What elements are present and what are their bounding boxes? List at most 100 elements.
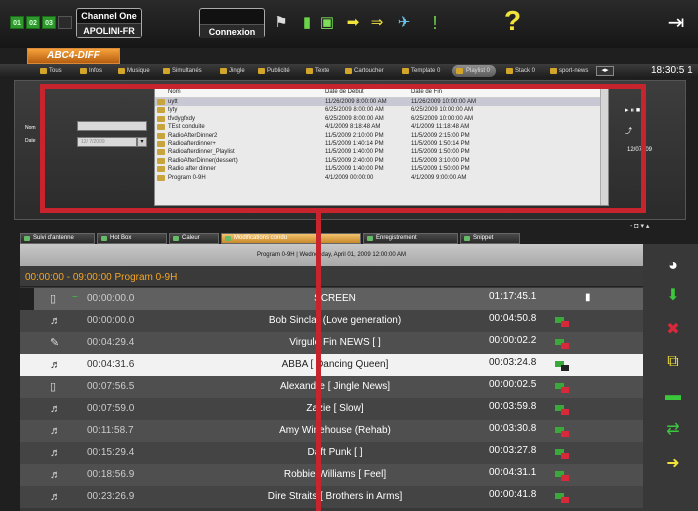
program-label: 00:00:00 - 09:00:00 Program 0-9H — [25, 272, 178, 283]
status-icon — [555, 339, 569, 349]
download-icon[interactable]: ⬇ — [663, 286, 683, 306]
item-title: ABBA [ Dancing Queen] — [281, 359, 389, 370]
filter-all[interactable]: Tous — [40, 65, 62, 77]
connexion-label: Connexion — [200, 24, 264, 38]
channel-name: Channel One — [81, 11, 137, 21]
copy-icon[interactable]: ⧉ — [663, 352, 683, 372]
list-item[interactable]: ~ ▮ ▯ 00:00:00.0 SCREEN 01:17:45.1 — [20, 288, 643, 310]
item-title: Virgule Fin NEWS [ ] — [289, 337, 381, 348]
item-time: 00:07:59.0 — [87, 403, 135, 414]
item-title: Zazie [ Slow] — [306, 403, 364, 414]
tab-modifications[interactable]: Modifications condu — [221, 233, 361, 244]
item-time: 00:00:00.0 — [87, 315, 135, 326]
action-sidebar: ◕ ⬇ ✖ ⧉ ▬ ⇄ ➜ — [643, 244, 698, 511]
channel-chip-blank[interactable] — [58, 16, 72, 29]
satellite-icon[interactable]: ✈ — [395, 14, 413, 32]
item-time: 00:00:00.0 — [87, 293, 135, 304]
music-icon: ♬ — [50, 491, 61, 503]
filter-simultaneous[interactable]: Simultanés — [163, 65, 202, 77]
channel-chip-1[interactable]: 01 — [10, 16, 24, 29]
filter-scroll-button[interactable]: ◂▸ — [596, 66, 614, 76]
bars-icon[interactable]: ▮ — [298, 14, 316, 32]
item-time: 00:07:56.5 — [87, 381, 135, 392]
item-duration: 00:03:30.8 — [489, 423, 537, 434]
item-time: 00:18:56.9 — [87, 469, 135, 480]
clock: 18:30:5 1 — [651, 65, 693, 76]
filter-infos[interactable]: Infos — [80, 65, 102, 77]
list-item[interactable]: ♬ 00:07:59.0 Zazie [ Slow] 00:03:59.8 — [20, 398, 643, 420]
channel-chip-2[interactable]: 02 — [26, 16, 40, 29]
connexion-button[interactable]: Connexion — [199, 8, 265, 38]
highlight-line — [316, 213, 321, 511]
tab-hot-box[interactable]: Hot Box — [97, 233, 167, 244]
item-duration: 00:04:31.1 — [489, 467, 537, 478]
list-item[interactable]: ♬ 00:04:31.6 ABBA [ Dancing Queen] 00:03… — [20, 354, 643, 376]
pen-icon: ✎ — [50, 337, 60, 349]
list-item[interactable]: ♬ 00:11:58.7 Amy Winehouse (Rehab) 00:03… — [20, 420, 643, 442]
exclamation-icon[interactable]: ! — [426, 14, 444, 32]
channel-chip-3[interactable]: 03 — [42, 16, 56, 29]
document-icon: ▯ — [50, 381, 57, 393]
document-icon: ▯ — [50, 293, 57, 305]
list-item[interactable]: ♬ 00:15:29.4 Daft Punk [ ] 00:03:27.8 — [20, 442, 643, 464]
tab-caleur[interactable]: Caleur — [169, 233, 219, 244]
filter-music[interactable]: Musique — [118, 65, 150, 77]
monitor-icon[interactable]: ▣ — [318, 14, 336, 32]
cartridge-icon: ▮ — [585, 292, 591, 303]
filter-sport-news[interactable]: sport-news — [550, 65, 588, 77]
item-duration: 00:03:59.8 — [489, 401, 537, 412]
tab-snippet[interactable]: Snippet — [460, 233, 520, 244]
list-item[interactable]: ♬ 00:23:26.9 Dire Straits [ Brothers in … — [20, 486, 643, 508]
filter-advert[interactable]: Publicité — [258, 65, 290, 77]
date-label: Date — [25, 138, 36, 144]
filter-cartridge[interactable]: Cartoucher — [345, 65, 384, 77]
program-bar: 00:00:00 - 09:00:00 Program 0-9H — [20, 266, 643, 287]
move-icon[interactable]: ⇄ — [663, 420, 683, 440]
arrow-icon[interactable]: ⇒ — [368, 14, 386, 32]
filter-text[interactable]: Texte — [306, 65, 329, 77]
status-icon — [555, 427, 569, 437]
item-time: 00:23:26.9 — [87, 491, 135, 502]
item-duration: 00:00:41.8 — [489, 489, 537, 500]
exit-icon[interactable]: ⇥ — [663, 10, 689, 36]
top-toolbar: 01 02 03 Channel One APOLINI-FR Connexio… — [0, 0, 698, 48]
tab-recording[interactable]: Enregistrement — [363, 233, 458, 244]
list-item[interactable]: ♬ 00:18:56.9 Robbie Williams [ Feel] 00:… — [20, 464, 643, 486]
filter-template[interactable]: Template 0 — [402, 65, 440, 77]
tab-on-air[interactable]: Suivi d'antenne — [20, 233, 95, 244]
music-icon: ♬ — [50, 425, 61, 437]
send-icon[interactable]: ➜ — [663, 454, 683, 474]
list-item[interactable]: ▯ 00:07:56.5 Alexandre [ Jingle News] 00… — [20, 376, 643, 398]
item-time: 00:04:29.4 — [87, 337, 135, 348]
collapse-toggle-icon[interactable] — [20, 288, 34, 310]
program-subheader: Program 0-9H | Wednesday, April 01, 2009… — [20, 244, 643, 266]
play-circle-icon[interactable]: ◕ — [663, 256, 683, 276]
flag-icon[interactable]: ⚑ — [272, 14, 290, 32]
music-icon: ♬ — [50, 447, 61, 459]
play-forward-icon[interactable]: ➡ — [344, 14, 362, 32]
status-icon — [555, 405, 569, 415]
tab-bar: Suivi d'antenne Hot Box Caleur Modificat… — [20, 233, 628, 244]
delete-icon[interactable]: ✖ — [663, 320, 683, 340]
item-title: Bob Sinclar (Love generation) — [268, 315, 402, 326]
filter-jingle[interactable]: Jingle — [220, 65, 245, 77]
item-time: 00:15:29.4 — [87, 447, 135, 458]
music-icon: ♬ — [50, 403, 61, 415]
conduct-panel: Program 0-9H | Wednesday, April 01, 2009… — [20, 244, 643, 511]
channel-selector[interactable]: Channel One APOLINI-FR — [76, 8, 142, 38]
status-icon — [555, 449, 569, 459]
page-tab[interactable]: ABC4-DIFF — [27, 48, 120, 64]
insert-icon[interactable]: ▬ — [663, 386, 683, 406]
list-item[interactable]: ♬ 00:00:00.0 Bob Sinclar (Love generatio… — [20, 310, 643, 332]
window-controls-icon[interactable]: - ◘ ▾ ▴ — [630, 222, 649, 230]
filter-stack[interactable]: Stack 0 — [506, 65, 535, 77]
item-title: SCREEN — [314, 293, 356, 304]
channel-server: APOLINI-FR — [77, 23, 141, 37]
help-icon[interactable]: ? — [504, 5, 521, 37]
filter-playlist[interactable]: Playlist 0 — [452, 65, 497, 77]
status-icon — [555, 471, 569, 481]
item-duration: 01:17:45.1 — [489, 291, 537, 302]
status-icon — [555, 383, 569, 393]
item-title: Robbie Williams [ Feel] — [283, 469, 387, 480]
list-item[interactable]: ✎ 00:04:29.4 Virgule Fin NEWS [ ] 00:00:… — [20, 332, 643, 354]
